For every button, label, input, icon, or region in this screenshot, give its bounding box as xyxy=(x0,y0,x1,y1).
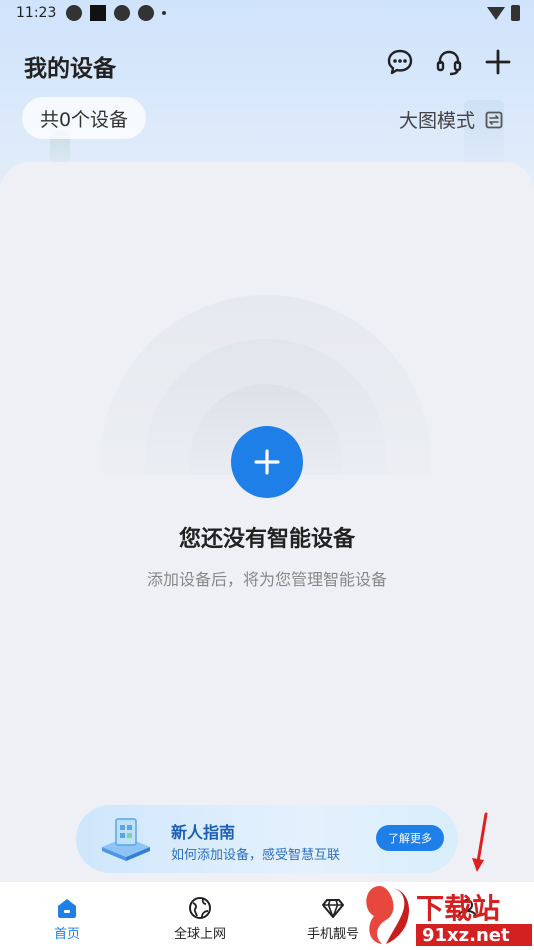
notification-app-icon xyxy=(66,5,82,21)
annotation-arrow-icon xyxy=(472,812,488,872)
guide-title: 新人指南 xyxy=(171,823,236,842)
device-count-label: 共0个设备 xyxy=(39,108,129,131)
message-button[interactable] xyxy=(385,47,415,77)
empty-state-title: 您还没有智能设备 xyxy=(178,527,355,552)
battery-icon xyxy=(511,5,520,21)
wifi-icon xyxy=(487,6,505,20)
plus-icon xyxy=(254,449,280,475)
view-mode-label: 大图模式 xyxy=(399,110,476,132)
notification-app-icon xyxy=(138,5,154,21)
switch-view-icon xyxy=(485,111,503,128)
diamond-icon xyxy=(322,899,344,918)
customer-service-button[interactable] xyxy=(434,47,464,77)
tab-global-internet[interactable]: 全球上网 xyxy=(145,882,255,950)
guide-subtitle: 如何添加设备，感受智慧互联 xyxy=(171,848,341,863)
svg-text:91xz.net: 91xz.net xyxy=(422,925,510,946)
home-icon xyxy=(58,899,76,918)
svg-text:下载站: 下载站 xyxy=(416,892,500,925)
add-button[interactable] xyxy=(483,47,513,77)
add-device-button[interactable] xyxy=(231,426,303,498)
site-watermark-logo: 下载站 91xz.net xyxy=(366,886,532,946)
new-user-guide-banner[interactable]: 新人指南 如何添加设备，感受智慧互联 了解更多 xyxy=(76,805,458,873)
notification-icons xyxy=(66,5,166,21)
empty-state-subtitle: 添加设备后，将为您管理智能设备 xyxy=(146,570,387,589)
smart-home-icon xyxy=(102,818,150,861)
device-count-badge: 共0个设备 xyxy=(22,97,146,139)
page-title: 我的设备 xyxy=(24,56,116,82)
status-bar: 11:23 xyxy=(0,0,534,28)
headset-icon xyxy=(436,50,462,76)
view-mode-toggle[interactable]: 大图模式 xyxy=(399,106,503,133)
tab-home[interactable]: 首页 xyxy=(12,882,122,950)
message-icon xyxy=(387,49,413,75)
notification-square-icon xyxy=(90,5,106,21)
more-notifications-icon xyxy=(162,11,166,15)
tab-label: 首页 xyxy=(53,927,80,942)
plus-icon xyxy=(485,49,511,75)
tab-label: 全球上网 xyxy=(173,927,226,942)
globe-icon xyxy=(189,897,211,919)
learn-more-button[interactable]: 了解更多 xyxy=(376,825,444,851)
system-icons xyxy=(487,5,520,21)
notification-app-icon xyxy=(114,5,130,21)
status-time: 11:23 xyxy=(16,5,57,21)
